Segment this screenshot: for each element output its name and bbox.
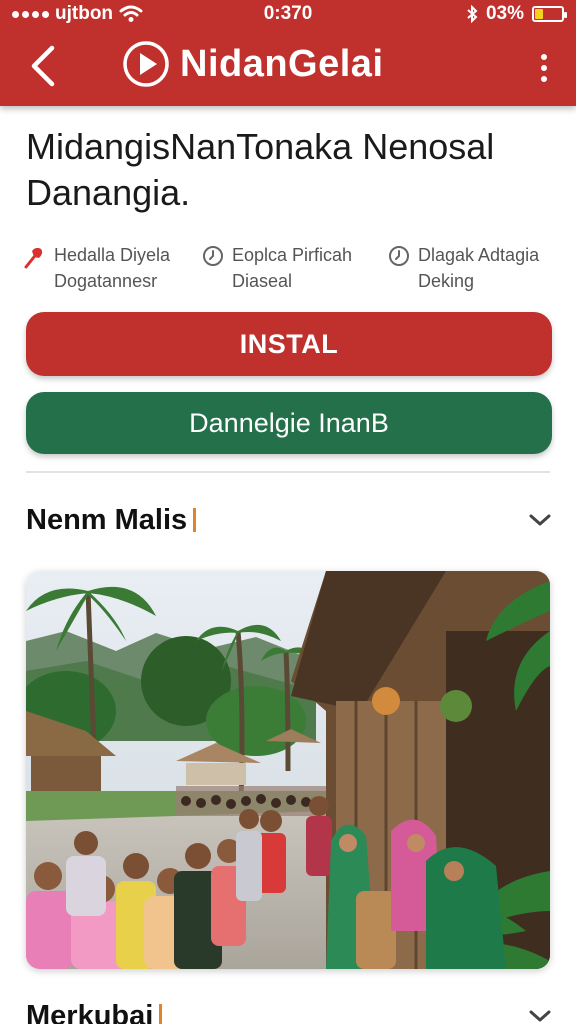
- status-right: 03%: [466, 3, 567, 25]
- app-brand: NidanGelai: [122, 40, 384, 88]
- battery-icon: [532, 6, 567, 22]
- meta-line: Dlagak Adtagia: [418, 245, 540, 265]
- more-vertical-icon: [541, 54, 547, 82]
- meta-item-location: Hedalla Diyela Dogatannesr: [22, 242, 202, 294]
- photo-illustration: [26, 571, 550, 969]
- more-options-button[interactable]: [532, 48, 556, 88]
- section-title-text: Nenm Malis: [26, 503, 188, 536]
- meta-line: Dogatannesr: [54, 271, 158, 291]
- title-line-2: Danangia.: [26, 172, 191, 213]
- install-button[interactable]: INSTAL: [26, 312, 552, 376]
- cursor-bar: [193, 508, 197, 532]
- status-bar: ujtbon 0:370 03%: [0, 0, 576, 28]
- divider: [26, 471, 550, 473]
- section-header[interactable]: Merkubai: [26, 996, 552, 1024]
- clock-icon: [389, 246, 409, 266]
- section-title: Nenm Malis: [26, 503, 197, 537]
- play-logo-icon: [123, 41, 169, 87]
- meta-line: Eoplca Pirficah: [232, 245, 353, 265]
- chevron-down-icon[interactable]: [528, 1008, 552, 1024]
- section-title: Merkubai: [26, 999, 163, 1024]
- app-header: ujtbon 0:370 03% NidanGelai: [0, 0, 576, 106]
- nav-bar: NidanGelai: [0, 30, 576, 102]
- meta-item-time: Eoplca Pirficah Diaseal: [202, 242, 388, 294]
- meta-row: Hedalla Diyela Dogatannesr Eoplca Pirfic…: [22, 242, 562, 294]
- section-title-text: Merkubai: [26, 999, 154, 1024]
- meta-line: Deking: [418, 271, 475, 291]
- clock-icon: [203, 246, 223, 266]
- app-name: NidanGelai: [180, 42, 384, 85]
- bluetooth-icon: [467, 5, 478, 23]
- section-header[interactable]: Nenm Malis: [26, 500, 552, 540]
- page-title: MidangisNanTonaka Nenosal Danangia.: [26, 124, 556, 216]
- chevron-left-icon: [31, 45, 55, 87]
- meta-line: Hedalla Diyela: [54, 245, 171, 265]
- chevron-down-icon[interactable]: [528, 512, 552, 528]
- village-market-photo: [26, 571, 550, 969]
- meta-item-duration: Dlagak Adtagia Deking: [388, 242, 539, 294]
- pin-icon: [24, 247, 43, 269]
- cursor-bar: [159, 1004, 163, 1024]
- back-button[interactable]: [22, 40, 66, 92]
- title-line-1: MidangisNanTonaka Nenosal: [26, 126, 495, 167]
- secondary-action-button[interactable]: Dannelgie InanB: [26, 392, 552, 454]
- battery-percent: 03%: [485, 3, 524, 24]
- meta-line: Diaseal: [232, 271, 293, 291]
